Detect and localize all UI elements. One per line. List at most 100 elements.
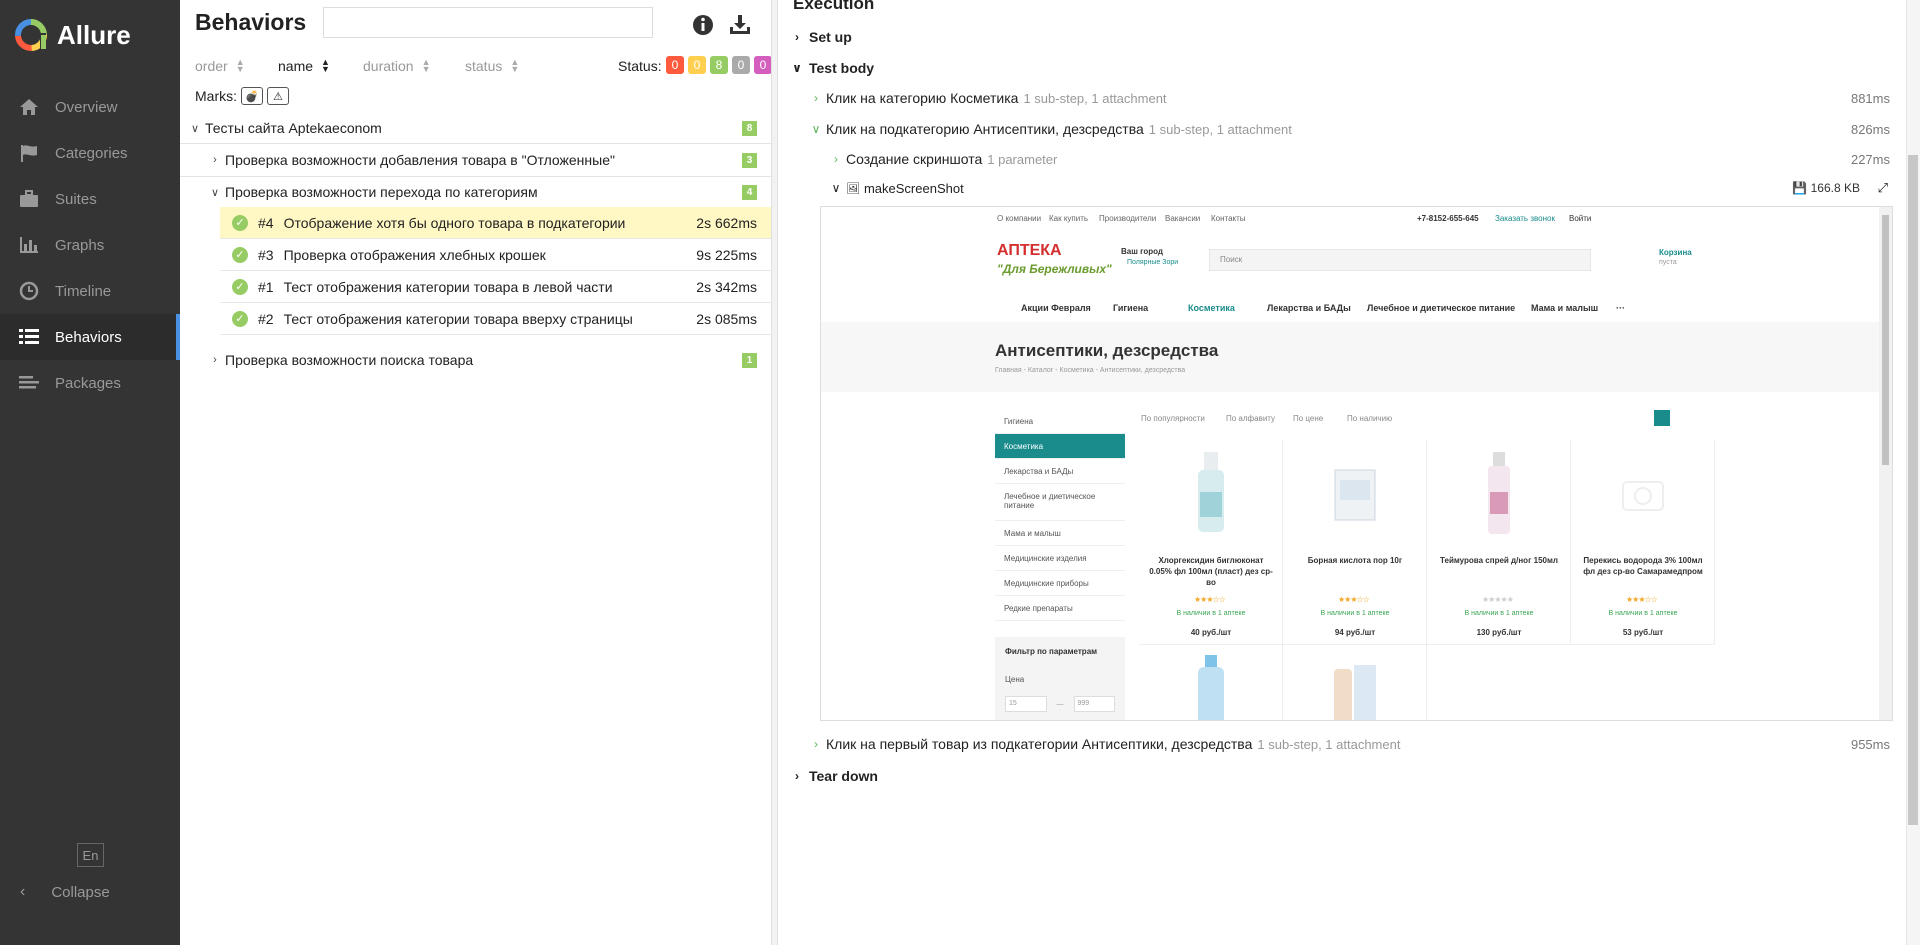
step-meta: 1 parameter	[987, 151, 1058, 167]
collapse-button[interactable]: ‹ Collapse	[0, 872, 110, 912]
warning-mark-icon[interactable]: ⚠	[267, 87, 289, 105]
briefcase-icon	[18, 188, 40, 210]
screenshot-scrollbar[interactable]	[1879, 207, 1892, 720]
test-duration: 2s 662ms	[696, 214, 757, 231]
flaky-mark-icon[interactable]: 💣	[241, 87, 263, 105]
expand-icon[interactable]: ⤢	[1878, 180, 1888, 196]
step-row[interactable]: ∨ Клик на подкатегорию Антисептики, дезс…	[778, 118, 1890, 140]
chevron-down-icon: ∨	[190, 122, 200, 135]
home-icon	[18, 96, 40, 118]
execution-title: Execution	[793, 0, 875, 13]
behaviors-tree: ∨ Тесты сайта Aptekaeconom 8 › Проверка …	[180, 113, 771, 377]
list-icon	[18, 326, 40, 348]
product-price: 53 руб./шт	[1622, 628, 1664, 637]
status-failed-badge[interactable]: 0	[666, 56, 684, 74]
product-image	[1198, 452, 1224, 532]
phone-number: +7-8152-655-645	[1417, 214, 1479, 223]
test-row[interactable]: ✓ #1 Тест отображения категории товара в…	[220, 271, 771, 303]
status-skipped-badge[interactable]: 0	[732, 56, 750, 74]
step-meta: 1 sub-step, 1 attachment	[1148, 121, 1292, 137]
sidebar-item-label: Suites	[55, 190, 97, 208]
sidebar-item-suites[interactable]: Suites	[0, 176, 180, 222]
feature-row[interactable]: › Проверка возможности добавления товара…	[180, 143, 771, 176]
brand[interactable]: Allure	[0, 0, 180, 70]
step-row[interactable]: › Клик на первый товар из подкатегории А…	[778, 733, 1890, 755]
sidebar-item-behaviors[interactable]: Behaviors	[0, 314, 180, 360]
test-duration: 2s 342ms	[696, 278, 757, 295]
feature-row[interactable]: ∨ Проверка возможности перехода по катег…	[180, 176, 771, 207]
stack-icon	[18, 372, 40, 394]
sort-status[interactable]: status ▲ ▼	[465, 57, 520, 75]
tree-root-label: Тесты сайта Aptekaeconom	[205, 120, 382, 136]
marks-label: Marks:	[195, 88, 237, 104]
teardown-section[interactable]: › Tear down	[778, 765, 1890, 787]
test-row[interactable]: ✓ #4 Отображение хотя бы одного товара в…	[220, 207, 771, 239]
product-card: Борная кислота пор 10г ★★★☆☆ В наличии в…	[1283, 440, 1427, 645]
test-name: Отображение хотя бы одного товара в подк…	[283, 214, 626, 231]
clock-icon	[18, 280, 40, 302]
site-menu-item: Акции Февраля	[1021, 303, 1091, 313]
product-card: Теймурова спрей д/ног 150мл ★★★★★ В нали…	[1427, 440, 1571, 645]
site-category: Редкие препараты	[995, 596, 1125, 621]
chevron-down-icon: ∨	[792, 61, 802, 75]
test-name: Тест отображения категории товара в лево…	[283, 278, 613, 295]
sort-name[interactable]: name ▲ ▼	[278, 58, 330, 75]
info-icon[interactable]	[690, 12, 716, 38]
sort-status-label: status	[465, 58, 503, 74]
site-category: Лекарства и БАДы	[995, 459, 1125, 484]
test-body-section[interactable]: ∨ Test body	[778, 57, 1890, 79]
rating-stars: ★★★☆☆	[1338, 595, 1370, 604]
save-icon[interactable]: 💾	[1792, 181, 1807, 195]
execution-scrollbar[interactable]	[1906, 0, 1920, 945]
test-row[interactable]: ✓ #2 Тест отображения категории товара в…	[220, 303, 771, 335]
sidebar-item-packages[interactable]: Packages	[0, 360, 180, 406]
sort-name-label: name	[278, 58, 314, 74]
marks-filter: Marks: 💣 ⚠	[195, 87, 289, 105]
product-image	[1334, 469, 1376, 521]
site-menu-item: ···	[1616, 303, 1625, 313]
pane-splitter[interactable]	[771, 0, 778, 945]
status-broken-badge[interactable]: 0	[688, 56, 706, 74]
sort-duration[interactable]: duration ▲ ▼	[363, 58, 431, 75]
site-category: Медицинские приборы	[995, 571, 1125, 596]
feature-label: Проверка возможности перехода по категор…	[225, 184, 538, 200]
status-passed-badge[interactable]: 8	[710, 56, 728, 74]
product-image	[1198, 655, 1224, 720]
sidebar-item-graphs[interactable]: Graphs	[0, 222, 180, 268]
step-row[interactable]: › Создание скриншота 1 parameter 227ms	[778, 148, 1890, 170]
setup-section[interactable]: › Set up	[778, 26, 1890, 48]
execution-scroll-thumb[interactable]	[1908, 155, 1918, 825]
availability: В наличии в 1 аптеке	[1176, 610, 1246, 617]
sort-order[interactable]: order ▲ ▼	[195, 58, 245, 75]
sidebar-item-categories[interactable]: Categories	[0, 130, 180, 176]
screenshot-page: О компании Как купить Производители Вака…	[821, 207, 1881, 720]
product-card: Перекись водорода 3% 100мл фл дез ср-во …	[1571, 440, 1715, 645]
passed-icon: ✓	[232, 310, 248, 327]
language-switcher[interactable]: En	[77, 843, 104, 867]
site-category: Медицинские изделия	[995, 546, 1125, 571]
product-price: 94 руб./шт	[1334, 628, 1376, 637]
step-meta: 1 sub-step, 1 attachment	[1023, 90, 1167, 106]
sidebar-item-label: Packages	[55, 374, 121, 392]
filter-title: Фильтр по параметрам	[1005, 647, 1098, 656]
attachment-row[interactable]: ∨ 🖼 makeScreenShot 💾 166.8 KB ⤢	[778, 177, 1890, 199]
search-input[interactable]	[323, 7, 653, 38]
test-row[interactable]: ✓ #3 Проверка отображения хлебных крошек…	[220, 239, 771, 271]
tree-root[interactable]: ∨ Тесты сайта Aptekaeconom 8	[180, 113, 771, 143]
app-name: Allure	[57, 19, 131, 50]
download-icon[interactable]	[727, 12, 753, 38]
sort-arrows-icon: ▲ ▼	[510, 57, 520, 74]
test-duration: 9s 225ms	[696, 246, 757, 263]
screenshot-scroll-thumb[interactable]	[1882, 215, 1889, 465]
status-unknown-badge[interactable]: 0	[754, 56, 772, 74]
test-name: Тест отображения категории товара вверху…	[283, 310, 633, 327]
sidebar-item-overview[interactable]: Overview	[0, 84, 180, 130]
feature-row[interactable]: › Проверка возможности поиска товара 1	[180, 343, 771, 377]
allure-report: Allure Overview Categories Suites Graphs	[0, 0, 1920, 945]
camera-placeholder-icon	[1622, 481, 1664, 511]
step-row[interactable]: › Клик на категорию Косметика 1 sub-step…	[778, 87, 1890, 109]
step-time: 227ms	[1850, 151, 1890, 167]
sidebar-item-timeline[interactable]: Timeline	[0, 268, 180, 314]
test-body-label: Test body	[809, 60, 875, 76]
range-dash: —	[1056, 700, 1064, 708]
